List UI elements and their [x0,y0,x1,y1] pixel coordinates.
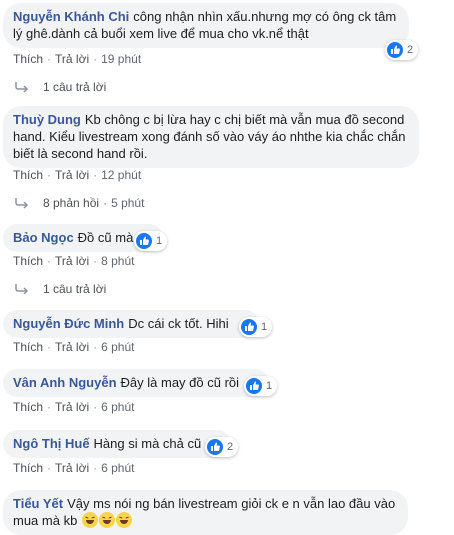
comment: Nguyễn Đức Minh Dc cái ck tốt. Hihi [3,310,259,338]
view-replies-link[interactable]: 1 câu trả lời [15,282,106,296]
reaction-number: 1 [261,321,268,333]
like-thumb-icon [136,233,152,249]
comment-text: Vậy ms nói ng bán livestream giỏi ck e n… [13,496,396,528]
reply-arrow-icon [15,284,29,295]
comment-author[interactable]: Ngô Thị Huế [13,436,90,451]
comment-actions: Thích · Trả lời · 12 phút [13,168,142,182]
comment-text: Hàng si mà chả cũ [93,436,202,451]
comment: Ngô Thị Huế Hàng si mà chả cũ [3,430,232,458]
reply-link[interactable]: Trả lời [55,340,89,354]
comment-bubble: Nguyễn Khánh Chi công nhận nhìn xấu.nhưng… [3,3,409,48]
comment-text: Đây là may đồ cũ rồi [120,375,240,390]
comment-time[interactable]: 6 phút [101,461,134,475]
like-link[interactable]: Thích [13,461,43,475]
reply-summary[interactable]: 1 câu trả lời [43,80,106,94]
reaction-number: 2 [407,44,414,56]
like-thumb-icon [207,439,223,455]
reply-link[interactable]: Trả lời [55,52,89,66]
comment-actions: Thích · Trả lời · 6 phút [13,461,135,475]
comment-bubble: Ngô Thị Huế Hàng si mà chả cũ [3,430,232,458]
comment-author[interactable]: Bảo Ngọc [13,230,74,245]
comment: Nguyễn Khánh Chi công nhận nhìn xấu.nhưng… [3,3,409,48]
reply-summary[interactable]: 8 phản hồi [43,196,99,210]
comment-actions: Thích · Trả lời · 19 phút [13,52,142,66]
comment-time[interactable]: 6 phút [101,340,134,354]
comment-actions: Thích · Trả lời · 8 phút [13,254,135,268]
reaction-count[interactable]: 1 [134,231,168,251]
comment-time[interactable]: 6 phút [101,400,134,414]
comment-author[interactable]: Tiểu Yết [13,496,63,511]
comment-time[interactable]: 12 phút [101,168,141,182]
like-link[interactable]: Thích [13,168,43,182]
reply-time: 5 phút [111,196,145,210]
reaction-number: 2 [227,441,234,453]
comment-author[interactable]: Thuỳ Dung [13,112,81,127]
comment-bubble: Tiểu Yết Vậy ms nói ng bán livestream giỏ… [3,490,408,535]
like-link[interactable]: Thích [13,254,43,268]
like-thumb-icon [241,319,257,335]
reply-summary[interactable]: 1 câu trả lời [43,282,106,296]
view-replies-link[interactable]: 8 phản hồi · 5 phút [15,196,144,210]
reply-link[interactable]: Trả lời [55,168,89,182]
reaction-count[interactable]: 2 [385,40,419,60]
haha-emoji-icon [81,512,98,528]
view-replies-link[interactable]: 1 câu trả lời [15,80,106,94]
reply-arrow-icon [15,198,29,209]
comment: Thuỳ Dung Kb chông c bị lừa hay c chị biế… [3,106,419,168]
comment-actions: Thích · Trả lời · 6 phút [13,340,135,354]
comment-text: Dc cái ck tốt. Hihi [128,316,229,331]
comment: Vân Anh Nguyễn Đây là may đồ cũ rồi [3,369,270,397]
reaction-count[interactable]: 2 [205,437,239,457]
reply-link[interactable]: Trả lời [55,400,89,414]
comment-bubble: Nguyễn Đức Minh Dc cái ck tốt. Hihi [3,310,259,338]
reaction-number: 1 [266,380,273,392]
like-link[interactable]: Thích [13,400,43,414]
comment-author[interactable]: Vân Anh Nguyễn [13,375,117,390]
like-thumb-icon [387,42,403,58]
like-thumb-icon [246,378,262,394]
comment: Tiểu Yết Vậy ms nói ng bán livestream giỏ… [3,490,408,535]
like-link[interactable]: Thích [13,52,43,66]
comment-time[interactable]: 19 phút [101,52,141,66]
like-link[interactable]: Thích [13,340,43,354]
reply-link[interactable]: Trả lời [55,254,89,268]
comment-actions: Thích · Trả lời · 6 phút [13,400,135,414]
comment-time[interactable]: 8 phút [101,254,134,268]
comment-author[interactable]: Nguyễn Khánh Chi [13,9,129,24]
comment-author[interactable]: Nguyễn Đức Minh [13,316,124,331]
haha-emoji-icon [115,512,132,528]
reply-link[interactable]: Trả lời [55,461,89,475]
comment-text: Đồ cũ mà [77,230,134,245]
haha-emoji-icon [98,512,115,528]
reaction-count[interactable]: 1 [239,317,273,337]
comment-bubble: Thuỳ Dung Kb chông c bị lừa hay c chị biế… [3,106,419,168]
comment-bubble: Vân Anh Nguyễn Đây là may đồ cũ rồi [3,369,270,397]
reaction-number: 1 [156,235,163,247]
reply-arrow-icon [15,82,29,93]
reaction-count[interactable]: 1 [244,376,278,396]
